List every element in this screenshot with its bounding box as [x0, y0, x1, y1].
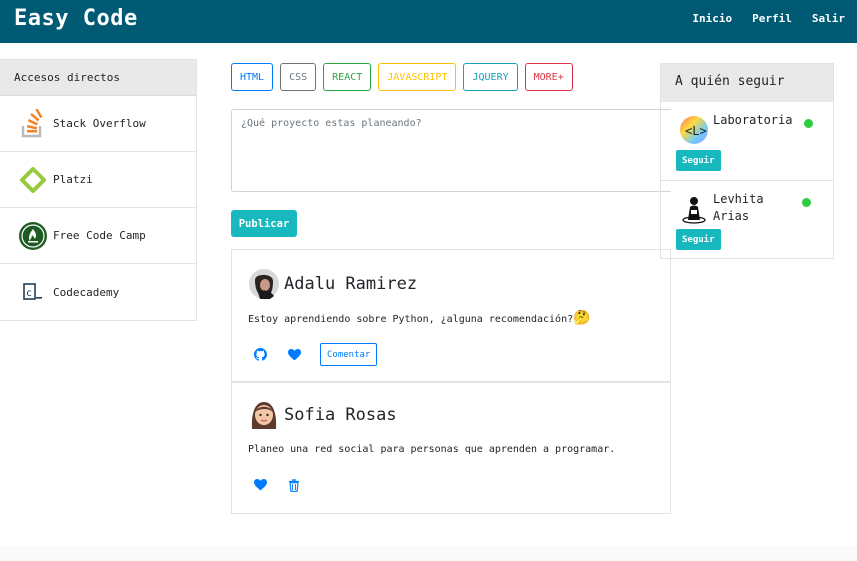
shortcut-label: Stack Overflow	[53, 117, 146, 130]
post-author-name[interactable]: Adalu Ramirez	[284, 274, 417, 294]
online-status-indicator	[802, 198, 811, 207]
follow-user-name[interactable]: Laboratoria	[713, 112, 792, 129]
tag-jquery[interactable]: JQUERY	[463, 63, 518, 91]
follow-suggestion: Levhita Arias Seguir	[661, 181, 833, 260]
shortcut-platzi[interactable]: Platzi	[0, 152, 196, 208]
levhita-avatar-icon	[679, 194, 711, 226]
nav-link-inicio[interactable]: Inicio	[692, 12, 732, 25]
like-heart-icon[interactable]	[252, 477, 268, 493]
post-text: Planeo una red social para personas que …	[248, 444, 616, 455]
platzi-icon	[18, 165, 48, 195]
publish-button[interactable]: Publicar	[231, 210, 297, 237]
top-navbar: Easy Code Inicio Perfil Salir	[0, 0, 857, 43]
shortcut-freecodecamp[interactable]: Free Code Camp	[0, 208, 196, 264]
github-icon[interactable]	[252, 347, 268, 363]
tag-css[interactable]: CSS	[280, 63, 317, 91]
like-heart-icon[interactable]	[286, 347, 302, 363]
nav-link-salir[interactable]: Salir	[812, 12, 845, 25]
trash-icon[interactable]	[286, 477, 302, 493]
svg-text:c: c	[26, 288, 32, 299]
follow-user-name[interactable]: Levhita Arias	[713, 191, 773, 225]
online-status-indicator	[804, 119, 813, 128]
tag-filter-bar: HTML CSS REACT JAVASCRIPT JQUERY MORE+	[231, 63, 573, 91]
nav-links: Inicio Perfil Salir	[692, 12, 845, 25]
post-card: Adalu Ramirez Estoy aprendiendo sobre Py…	[231, 249, 671, 382]
follow-suggestion: <L> Laboratoria Seguir	[661, 102, 833, 181]
who-to-follow-panel: A quién seguir <L> Laboratoria Seguir Le…	[660, 63, 834, 259]
post-composer-textarea[interactable]: ¿Qué proyecto estas planeando?	[231, 109, 671, 192]
follow-button[interactable]: Seguir	[676, 150, 721, 171]
shortcuts-panel: Accesos directos Stack Overflow Platzi F…	[0, 59, 197, 321]
tag-javascript[interactable]: JAVASCRIPT	[378, 63, 457, 91]
nav-link-perfil[interactable]: Perfil	[752, 12, 792, 25]
post-author: Adalu Ramirez	[248, 268, 417, 300]
brand-logo[interactable]: Easy Code	[14, 6, 138, 31]
shortcut-label: Platzi	[53, 173, 93, 186]
freecodecamp-icon	[18, 221, 48, 251]
shortcut-codecademy[interactable]: c Codecademy	[0, 264, 196, 320]
follow-button[interactable]: Seguir	[676, 229, 721, 250]
tag-html[interactable]: HTML	[231, 63, 274, 91]
post-text: Estoy aprendiendo sobre Python, ¿alguna …	[248, 310, 591, 326]
stackoverflow-icon	[18, 108, 48, 139]
shortcut-stackoverflow[interactable]: Stack Overflow	[0, 96, 196, 152]
page-footer	[0, 547, 857, 561]
who-to-follow-title: A quién seguir	[661, 64, 833, 102]
post-actions: Comentar	[252, 343, 378, 366]
avatar	[248, 399, 280, 431]
svg-text:<L>: <L>	[685, 124, 707, 138]
shortcut-label: Codecademy	[53, 285, 120, 299]
tag-react[interactable]: REACT	[323, 63, 372, 91]
post-author: Sofia Rosas	[248, 399, 397, 431]
avatar	[248, 268, 280, 300]
post-actions	[252, 477, 302, 493]
shortcuts-title: Accesos directos	[0, 60, 196, 96]
post-card: Sofia Rosas Planeo una red social para p…	[231, 382, 671, 514]
codecademy-icon: c	[18, 277, 48, 307]
shortcut-label: Free Code Camp	[53, 229, 146, 242]
post-author-name[interactable]: Sofia Rosas	[284, 405, 397, 425]
comment-button[interactable]: Comentar	[320, 343, 378, 366]
thinking-emoji-icon: 🤔	[573, 310, 591, 326]
tag-more[interactable]: MORE+	[524, 63, 573, 91]
laboratoria-logo-icon: <L>	[679, 115, 711, 147]
